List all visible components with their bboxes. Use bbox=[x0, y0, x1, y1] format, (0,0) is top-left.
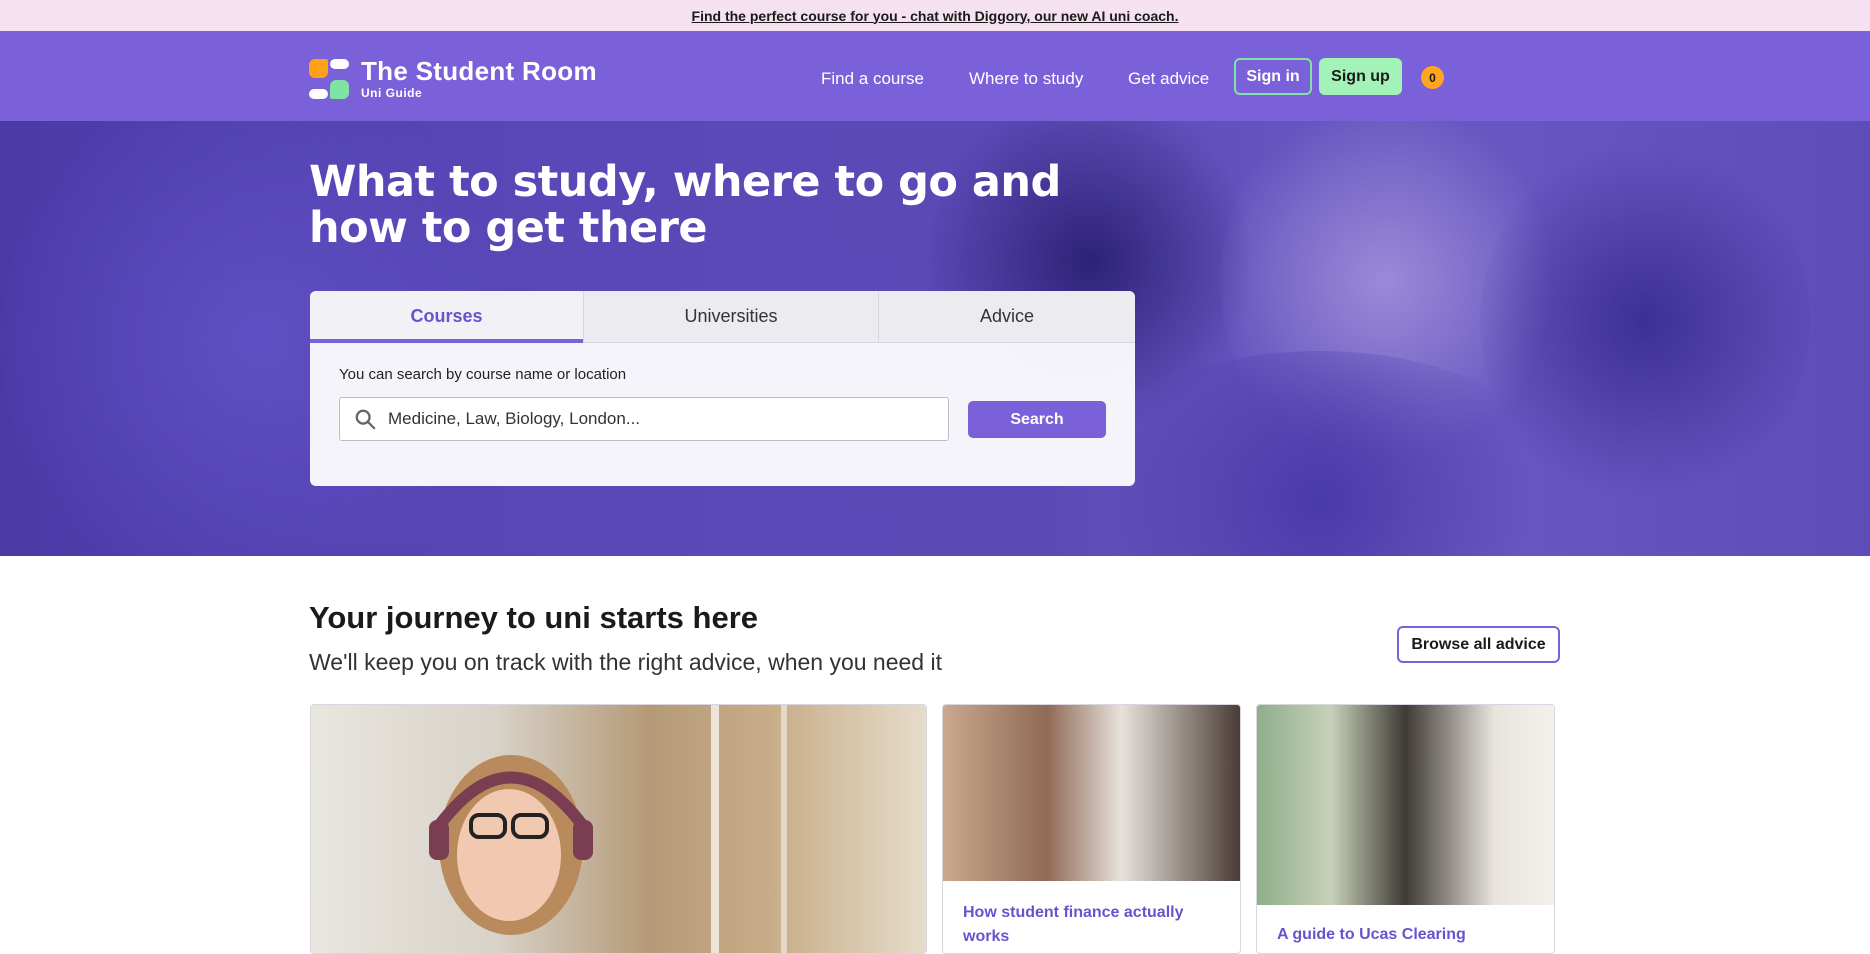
brand-title: The Student Room bbox=[361, 56, 597, 86]
site-header: The Student Room Uni Guide Find a course… bbox=[0, 31, 1870, 121]
student-headphones-illustration bbox=[429, 705, 787, 953]
search-label: You can search by course name or locatio… bbox=[339, 366, 627, 383]
advice-card-featured[interactable] bbox=[310, 704, 927, 954]
hero-title: What to study, where to go and how to ge… bbox=[309, 157, 1061, 253]
card-title[interactable]: A guide to Ucas Clearing bbox=[1277, 923, 1537, 947]
tab-universities[interactable]: Universities bbox=[583, 291, 878, 342]
tab-courses[interactable]: Courses bbox=[310, 291, 583, 343]
search-button[interactable]: Search bbox=[968, 401, 1106, 438]
card-image bbox=[943, 705, 1240, 881]
sign-in-button[interactable]: Sign in bbox=[1234, 58, 1312, 95]
section-title: Your journey to uni starts here bbox=[309, 600, 759, 635]
logo-icon bbox=[309, 59, 349, 99]
promo-banner: Find the perfect course for you - chat w… bbox=[0, 0, 1870, 31]
advice-card[interactable]: How student finance actually works bbox=[942, 704, 1241, 954]
advice-card[interactable]: A guide to Ucas Clearing bbox=[1256, 704, 1555, 954]
search-tabs: Courses Universities Advice bbox=[310, 291, 1135, 343]
nav-where-to-study[interactable]: Where to study bbox=[969, 69, 1083, 89]
search-field-wrapper bbox=[339, 397, 949, 441]
search-card: Courses Universities Advice You can sear… bbox=[310, 291, 1135, 486]
card-title[interactable]: How student finance actually works bbox=[963, 901, 1223, 949]
search-input[interactable] bbox=[388, 409, 928, 429]
card-image bbox=[311, 705, 926, 953]
browse-all-advice-button[interactable]: Browse all advice bbox=[1397, 626, 1560, 663]
notification-badge[interactable]: 0 bbox=[1421, 66, 1444, 89]
sign-up-button[interactable]: Sign up bbox=[1319, 58, 1402, 95]
site-logo[interactable]: The Student Room Uni Guide bbox=[309, 58, 597, 100]
promo-link[interactable]: Find the perfect course for you - chat w… bbox=[692, 8, 1179, 24]
nav-get-advice[interactable]: Get advice bbox=[1128, 69, 1209, 89]
brand-subtitle: Uni Guide bbox=[361, 86, 423, 100]
card-image bbox=[1257, 705, 1554, 905]
tab-advice[interactable]: Advice bbox=[878, 291, 1135, 342]
section-subtitle: We'll keep you on track with the right a… bbox=[309, 649, 942, 675]
hero-section: What to study, where to go and how to ge… bbox=[0, 121, 1870, 556]
search-icon bbox=[355, 409, 376, 430]
nav-find-a-course[interactable]: Find a course bbox=[821, 69, 924, 89]
